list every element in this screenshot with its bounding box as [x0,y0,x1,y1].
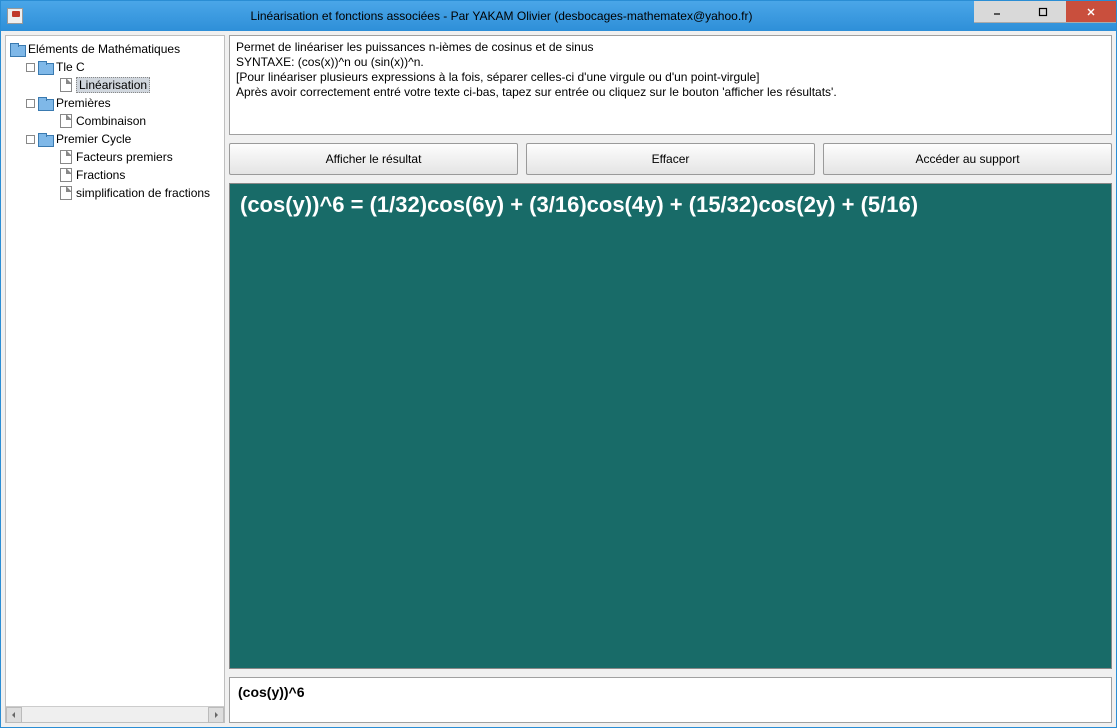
result-display: (cos(y))^6 = (1/32)cos(6y) + (3/16)cos(4… [229,183,1112,669]
tree-group-premieres[interactable]: Premières [8,94,222,112]
button-row: Afficher le résultat Effacer Accéder au … [229,143,1112,175]
document-icon [60,78,72,92]
tree-group-tlec[interactable]: Tle C [8,58,222,76]
java-icon [7,8,23,24]
maximize-button[interactable] [1020,1,1066,23]
tree-group-premiercycle[interactable]: Premier Cycle [8,130,222,148]
document-icon [60,114,72,128]
tree-item-combinaison[interactable]: Combinaison [8,112,222,130]
description-line: Permet de linéariser les puissances n-iè… [236,40,1105,55]
description-line: Après avoir correctement entré votre tex… [236,85,1105,100]
description-line: [Pour linéariser plusieurs expressions à… [236,70,1105,85]
scroll-right-button[interactable] [208,707,224,723]
titlebar[interactable]: Linéarisation et fonctions associées - P… [1,1,1116,31]
app-window: Linéarisation et fonctions associées - P… [0,0,1117,728]
document-icon [60,168,72,182]
expand-handle-icon[interactable] [26,63,35,72]
tree-item-linearisation[interactable]: Linéarisation [8,76,222,94]
expression-input-box[interactable] [229,677,1112,723]
tree-item-facteurs[interactable]: Facteurs premiers [8,148,222,166]
folder-icon [38,61,52,73]
folder-icon [10,43,24,55]
description-line: SYNTAXE: (cos(x))^n ou (sin(x))^n. [236,55,1105,70]
tree-item-fractions[interactable]: Fractions [8,166,222,184]
tree-label: Fractions [76,168,125,182]
main-panel: Permet de linéariser les puissances n-iè… [229,35,1112,723]
tree: Eléments de Mathématiques Tle C Linéaris… [6,36,224,706]
window-title: Linéarisation et fonctions associées - P… [29,9,974,23]
description-box: Permet de linéariser les puissances n-iè… [229,35,1112,135]
tree-label: Premières [56,96,111,110]
close-button[interactable] [1066,1,1116,23]
tree-label: Premier Cycle [56,132,131,146]
minimize-button[interactable] [974,1,1020,23]
support-button[interactable]: Accéder au support [823,143,1112,175]
tree-label: simplification de fractions [76,186,210,200]
tree-label: Facteurs premiers [76,150,173,164]
expand-handle-icon[interactable] [26,135,35,144]
tree-item-simplification[interactable]: simplification de fractions [8,184,222,202]
tree-label: Tle C [56,60,85,74]
document-icon [60,150,72,164]
show-result-button[interactable]: Afficher le résultat [229,143,518,175]
folder-icon [38,133,52,145]
tree-root[interactable]: Eléments de Mathématiques [8,40,222,58]
tree-label: Combinaison [76,114,146,128]
scroll-track[interactable] [22,707,208,722]
document-icon [60,186,72,200]
expand-handle-icon[interactable] [26,99,35,108]
tree-label: Linéarisation [76,77,150,93]
expression-input[interactable] [238,684,1103,700]
window-buttons [974,1,1116,23]
sidebar: Eléments de Mathématiques Tle C Linéaris… [5,35,225,723]
folder-icon [38,97,52,109]
tree-label: Eléments de Mathématiques [28,42,180,56]
body-area: Eléments de Mathématiques Tle C Linéaris… [1,31,1116,727]
scroll-left-button[interactable] [6,707,22,723]
clear-button[interactable]: Effacer [526,143,815,175]
horizontal-scrollbar[interactable] [6,706,224,722]
